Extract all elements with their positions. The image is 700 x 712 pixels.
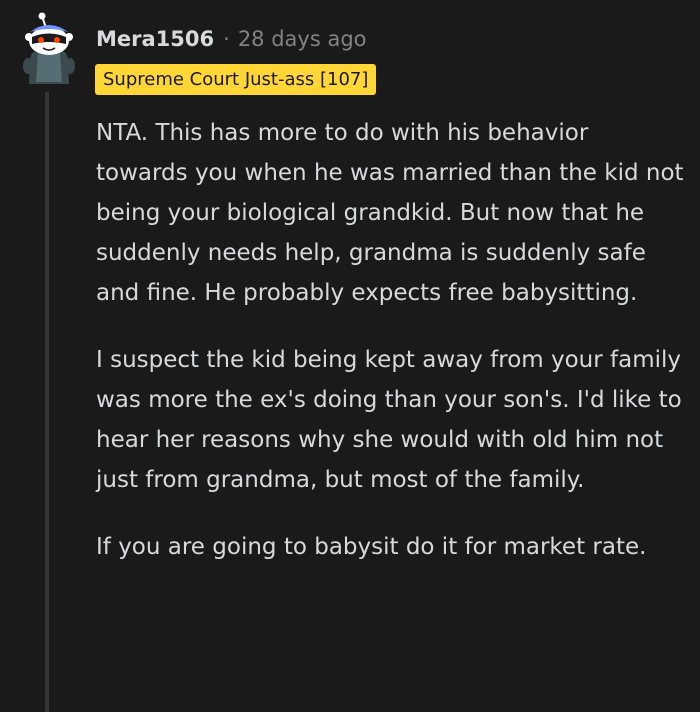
user-avatar[interactable] xyxy=(16,10,82,86)
thread-collapse-line[interactable] xyxy=(45,92,49,712)
comment-body: NTA. This has more to do with his behavi… xyxy=(96,113,686,594)
comment-paragraph: I suspect the kid being kept away from y… xyxy=(96,347,682,493)
comment-paragraph: NTA. This has more to do with his behavi… xyxy=(96,120,684,306)
snoo-avatar-icon xyxy=(23,12,75,84)
user-flair: Supreme Court Just-ass [107] xyxy=(95,64,377,95)
username-link[interactable]: Mera1506 xyxy=(96,22,214,56)
comment-header: Mera1506 · 28 days ago xyxy=(96,22,367,56)
meta-separator: · xyxy=(223,27,230,51)
comment-timestamp[interactable]: 28 days ago xyxy=(238,22,367,56)
comment-paragraph: If you are going to babysit do it for ma… xyxy=(96,534,647,560)
